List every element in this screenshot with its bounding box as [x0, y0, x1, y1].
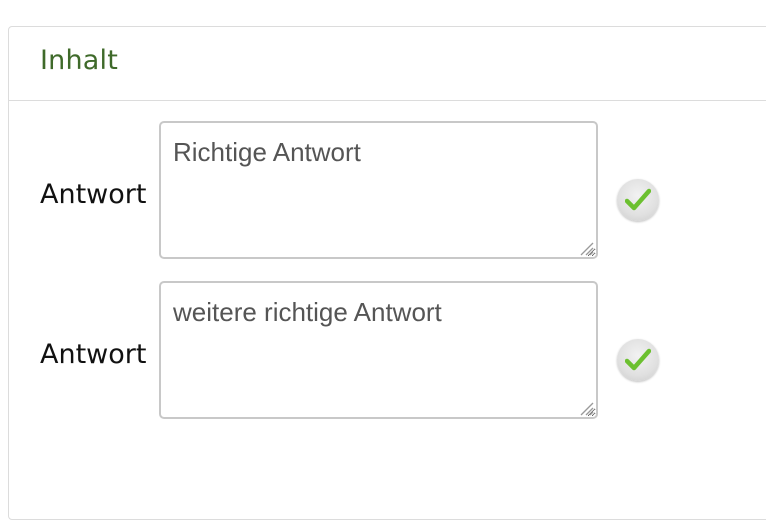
- answer-label: Antwort: [40, 179, 147, 210]
- content-panel: Inhalt Antwort Richtige Antwort Antwort …: [8, 26, 766, 520]
- resize-grip-icon[interactable]: [577, 399, 595, 417]
- answer-label: Antwort: [40, 339, 147, 370]
- answer-row: Antwort weitere richtige Antwort: [9, 281, 709, 421]
- check-icon: [625, 188, 651, 211]
- answer-row: Antwort Richtige Antwort: [9, 121, 709, 261]
- panel-header: Inhalt: [9, 27, 766, 101]
- mark-correct-button[interactable]: [617, 179, 659, 221]
- mark-correct-button[interactable]: [617, 339, 659, 381]
- panel-title: Inhalt: [40, 45, 119, 76]
- answer-textarea[interactable]: weitere richtige Antwort: [159, 281, 598, 419]
- check-icon: [625, 348, 651, 371]
- answer-textarea[interactable]: Richtige Antwort: [159, 121, 598, 259]
- resize-grip-icon[interactable]: [577, 239, 595, 257]
